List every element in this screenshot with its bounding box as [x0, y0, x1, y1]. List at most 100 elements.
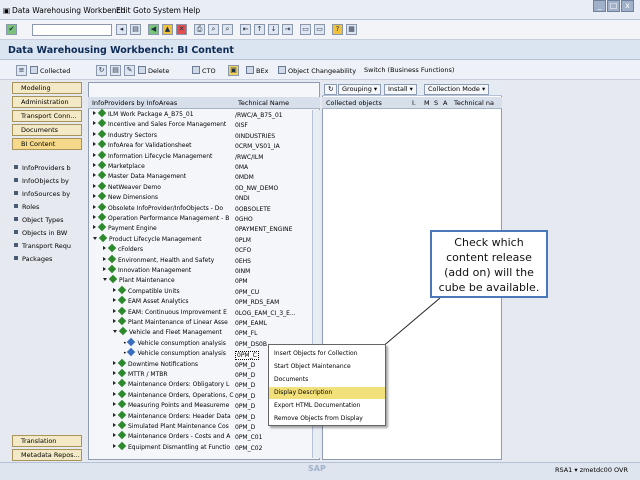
ctx-remove-objects[interactable]: Remove Objects from Display [269, 413, 385, 425]
ctx-export-html[interactable]: Export HTML Documentation [269, 400, 385, 412]
tree-infoobjects[interactable]: InfoObjects by [14, 177, 69, 185]
tree-row[interactable]: Innovation Management [103, 264, 191, 276]
tree-row[interactable]: Maintenance Orders - Costs and A [113, 431, 230, 442]
menu-goto[interactable]: Goto [133, 6, 151, 15]
delete-button[interactable]: Delete [138, 66, 169, 75]
collapsed-node-icon[interactable] [93, 131, 96, 136]
tree-row[interactable]: Obsolete InfoProvider/InfoObjects - Do [93, 202, 223, 214]
expanded-node-icon[interactable] [93, 236, 97, 240]
back-green-icon[interactable]: ◀ [148, 24, 159, 35]
nav-transport-conn[interactable]: Transport Conn... [12, 110, 82, 122]
tree-row[interactable]: Product Lifecycle Management [93, 233, 201, 245]
hierarchy-icon[interactable]: ≡ [16, 65, 27, 76]
collapsed-node-icon[interactable] [103, 246, 106, 251]
collapsed-node-icon[interactable] [113, 308, 116, 313]
refresh-icon[interactable]: ↻ [96, 65, 107, 76]
tree-row[interactable]: Operation Performance Management - B [93, 212, 229, 224]
tree-row[interactable]: • Vehicle consumption analysis [123, 337, 226, 349]
collapsed-node-icon[interactable] [113, 443, 116, 448]
collapsed-node-icon[interactable] [93, 215, 96, 219]
shortcut-icon[interactable]: ▭ [314, 24, 325, 35]
col-s[interactable]: S [434, 99, 438, 107]
nav-metadata-repository[interactable]: Metadata Repos... [12, 449, 82, 461]
new-session-icon[interactable]: ▭ [300, 24, 311, 35]
col-m[interactable]: M [424, 99, 430, 107]
ctx-documents[interactable]: Documents [269, 374, 385, 386]
last-page-icon[interactable]: ⇥ [282, 24, 293, 35]
tree-row[interactable]: New Dimensions [93, 191, 158, 203]
menu-edit[interactable]: Edit [116, 6, 131, 15]
tree-row[interactable]: Plant Maintenance of Linear Asse [113, 316, 228, 328]
print-icon[interactable]: ⎙ [194, 24, 205, 35]
collapsed-node-icon[interactable] [93, 163, 96, 167]
find-next-icon[interactable]: ⌕ [222, 24, 233, 35]
tree-roles[interactable]: Roles [14, 203, 39, 211]
tree-row[interactable]: Vehicle and Fleet Management [113, 327, 222, 338]
exit-icon[interactable]: ▲ [162, 24, 173, 35]
collapsed-node-icon[interactable] [113, 298, 116, 303]
collapsed-node-icon[interactable] [113, 412, 116, 417]
transport-icon[interactable]: ▣ [228, 65, 239, 76]
nav-translation[interactable]: Translation [12, 435, 82, 447]
nav-administration[interactable]: Administration [12, 96, 82, 108]
menu-dww[interactable]: Data Warehousing Workbench [12, 6, 125, 15]
tree-row[interactable]: • Vehicle consumption analysis [123, 347, 226, 359]
collapsed-node-icon[interactable] [113, 423, 116, 427]
collapsed-node-icon[interactable] [113, 391, 116, 396]
tree-row[interactable]: InfoArea for Validationsheet [93, 139, 192, 151]
refresh-collected-icon[interactable]: ↻ [324, 84, 338, 95]
tree-row[interactable]: Equipment Dismantling at Functio [113, 441, 230, 453]
tree-row[interactable]: EAM Asset Analytics [113, 295, 189, 307]
collection-mode-button[interactable]: Collection Mode ▾ [424, 84, 490, 95]
tree-row[interactable]: Measuring Points and Measureme [113, 399, 229, 411]
ctx-display-description[interactable]: Display Description [269, 387, 385, 399]
tree-object-types[interactable]: Object Types [14, 216, 64, 224]
collapsed-node-icon[interactable] [113, 402, 116, 407]
collapsed-node-icon[interactable] [113, 360, 116, 365]
tree-row[interactable]: ILM Work Package A_B75_01 [93, 108, 194, 120]
expanded-node-icon[interactable] [113, 330, 117, 334]
collected-button[interactable]: Collected [30, 66, 70, 75]
collapsed-node-icon[interactable] [93, 173, 96, 178]
tree-infosources[interactable]: InfoSources by [14, 190, 70, 198]
tree-row[interactable]: Master Data Management [93, 171, 186, 182]
install-button[interactable]: Install ▾ [384, 84, 417, 95]
collapsed-node-icon[interactable] [93, 121, 96, 126]
grouping-button[interactable]: Grouping ▾ [338, 84, 382, 95]
ctx-start-maintenance[interactable]: Start Object Maintenance [269, 361, 385, 373]
tree-row[interactable]: cFolders [103, 243, 143, 255]
ctx-insert-objects[interactable]: Insert Objects for Collection [269, 348, 385, 360]
collapsed-node-icon[interactable] [93, 194, 96, 199]
first-page-icon[interactable]: ⇤ [240, 24, 251, 35]
collapsed-node-icon[interactable] [113, 381, 116, 386]
layout-icon[interactable]: ▦ [346, 24, 357, 35]
tree-row[interactable]: Simulated Plant Maintenance Cos [113, 420, 229, 432]
tree-row[interactable]: Maintenance Orders: Header Data [113, 410, 231, 422]
tree-row[interactable]: NetWeaver Demo [93, 181, 161, 193]
tree-row[interactable]: Maintenance Orders, Operations, C [113, 389, 234, 401]
tree-row[interactable]: Downtime Notifications [113, 358, 198, 370]
tree-row[interactable]: Maintenance Orders: Obligatory L [113, 379, 229, 390]
change-icon[interactable]: ✎ [124, 65, 135, 76]
tree-row[interactable]: Industry Sectors [93, 129, 157, 141]
expanded-node-icon[interactable] [103, 278, 107, 282]
col-i[interactable]: I. [412, 99, 416, 107]
collapsed-node-icon[interactable] [93, 111, 96, 115]
collapsed-node-icon[interactable] [113, 433, 116, 438]
tree-row[interactable]: EAM: Continuous Improvement E [113, 306, 227, 318]
collapsed-node-icon[interactable] [103, 256, 106, 261]
col-technical-na[interactable]: Technical na [454, 99, 494, 107]
maximize-icon[interactable]: □ [607, 0, 620, 12]
collapsed-node-icon[interactable] [113, 319, 116, 323]
prev-page-icon[interactable]: ↑ [254, 24, 265, 35]
bex-button[interactable]: BEx [246, 66, 268, 75]
switch-business-functions-button[interactable]: Switch (Business Functions) [364, 66, 454, 74]
col-technical-name[interactable]: Technical Name [238, 99, 289, 107]
enter-icon[interactable]: ✔ [6, 24, 17, 35]
cto-button[interactable]: CTO [192, 66, 216, 75]
tree-transport-requ[interactable]: Transport Requ [14, 242, 71, 250]
col-a[interactable]: A [443, 99, 447, 107]
save-icon[interactable]: ▤ [130, 24, 141, 35]
collapsed-node-icon[interactable] [93, 152, 96, 157]
next-page-icon[interactable]: ↓ [268, 24, 279, 35]
